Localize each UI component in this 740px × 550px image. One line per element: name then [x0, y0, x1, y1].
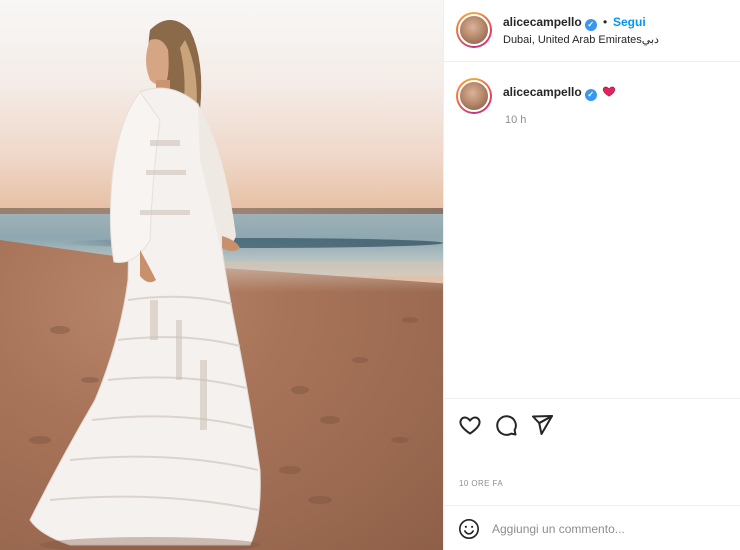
caption-username[interactable]: alicecampello ✓: [503, 85, 597, 101]
instagram-post: alicecampello ✓ • Segui Dubai, United Ara…: [0, 0, 740, 550]
avatar-image: [458, 80, 490, 112]
author-avatar[interactable]: [456, 12, 492, 48]
avatar-image: [458, 14, 490, 46]
share-icon[interactable]: [530, 413, 554, 437]
emoji-icon[interactable]: [458, 518, 480, 540]
verified-icon: ✓: [584, 89, 597, 101]
comment-input[interactable]: [492, 518, 727, 540]
heart-icon[interactable]: [458, 413, 482, 437]
verified-icon: ✓: [584, 19, 597, 31]
follow-button[interactable]: Segui: [613, 15, 646, 29]
action-bar: [444, 398, 740, 468]
post-timestamp: 10 ORE FA: [459, 479, 504, 488]
post-sidebar: alicecampello ✓ • Segui Dubai, United Ara…: [443, 0, 740, 550]
comment-icon[interactable]: [494, 413, 518, 437]
comment-bar: [444, 505, 740, 550]
author-username-text[interactable]: alicecampello: [503, 15, 582, 29]
caption-time: 10 h: [505, 114, 527, 126]
caption-avatar[interactable]: [456, 78, 492, 114]
author-username[interactable]: alicecampello ✓: [503, 15, 597, 31]
caption-username-text[interactable]: alicecampello: [503, 85, 582, 99]
woman-figure: [29, 20, 418, 550]
post-header: alicecampello ✓ • Segui Dubai, United Ara…: [444, 0, 740, 62]
post-photo[interactable]: [0, 0, 443, 550]
location-link[interactable]: Dubai, United Arab Emiratesدبي: [503, 33, 659, 46]
separator-dot: •: [603, 15, 608, 29]
heart-emoji-icon: [602, 86, 616, 97]
